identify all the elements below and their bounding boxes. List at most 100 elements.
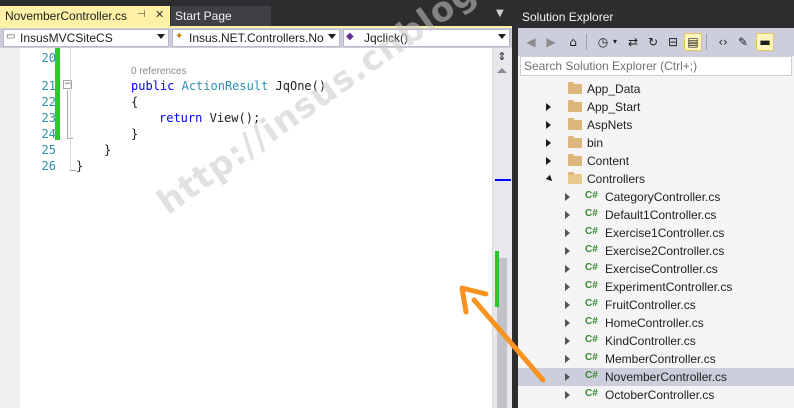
toolbar-separator	[706, 34, 707, 50]
code-lens-references[interactable]: 0 references	[131, 66, 187, 77]
code-editor[interactable]: 20 21 22 23 24 25 26 − 0 references publ…	[0, 48, 512, 408]
folder-icon	[568, 82, 582, 94]
sync-icon[interactable]: ⇄	[624, 33, 642, 51]
tree-item-file[interactable]: C# Exercise2Controller.cs	[518, 242, 794, 260]
line-number: 21	[41, 79, 56, 93]
expand-arrow-icon[interactable]	[565, 301, 570, 309]
expand-arrow-icon[interactable]	[546, 139, 551, 147]
member-dropdown-value: Jqclick()	[364, 31, 408, 45]
expand-arrow-icon[interactable]	[565, 229, 570, 237]
expand-arrow-icon[interactable]	[565, 319, 570, 327]
tree-item-controllers[interactable]: Controllers	[518, 170, 794, 188]
preview-icon[interactable]: ▬	[756, 33, 774, 51]
csharp-file-icon: C#	[585, 352, 598, 363]
csharp-file-icon: C#	[585, 388, 598, 399]
csharp-file-icon: C#	[585, 208, 598, 219]
csharp-file-icon: C#	[585, 280, 598, 291]
csharp-file-icon: C#	[585, 316, 598, 327]
member-dropdown[interactable]: ◆ Jqclick()	[343, 29, 510, 47]
expand-arrow-icon[interactable]	[565, 355, 570, 363]
solution-explorer-toolbar: ◀ ▶ ⌂ ◷ ▾ ⇄ ↻ ⊟ ▤ ‹› ✎ ▬	[518, 28, 794, 56]
tree-item-file[interactable]: C# MemberController.cs	[518, 350, 794, 368]
outline-guide-outer	[70, 48, 71, 170]
expand-arrow-icon[interactable]	[546, 103, 551, 111]
tree-item-app-data[interactable]: App_Data	[518, 80, 794, 98]
expand-arrow-icon[interactable]	[565, 247, 570, 255]
tab-overflow-dropdown-icon[interactable]: ▼	[496, 8, 504, 19]
expand-arrow-icon[interactable]	[546, 157, 551, 165]
expand-arrow-icon[interactable]	[565, 193, 570, 201]
code-line-26: }	[76, 159, 84, 173]
tree-item-file-selected[interactable]: C# NovemberController.cs	[518, 368, 794, 386]
vertical-scrollbar[interactable]: ⇕	[492, 48, 512, 408]
editor-tabstrip: NovemberController.cs ⊣ ✕ Start Page ▼	[0, 6, 512, 26]
chevron-down-icon	[498, 34, 506, 39]
line-number: 25	[41, 143, 56, 157]
chevron-down-icon[interactable]: ▾	[610, 33, 620, 51]
solution-explorer-title: Solution Explorer	[518, 6, 794, 28]
tree-item-bin[interactable]: bin	[518, 134, 794, 152]
tree-item-file[interactable]: C# HomeController.cs	[518, 314, 794, 332]
tree-item-label: HomeController.cs	[605, 316, 704, 330]
chevron-down-icon	[328, 34, 336, 39]
tree-item-file[interactable]: C# ExerciseController.cs	[518, 260, 794, 278]
project-dropdown-value: InsusMVCSiteCS	[20, 31, 113, 45]
code-line-25: }	[104, 143, 112, 157]
tree-item-file[interactable]: C# OctoberController.cs	[518, 386, 794, 404]
properties-icon[interactable]: ✎	[734, 33, 752, 51]
tree-item-label: FruitController.cs	[605, 298, 696, 312]
refresh-icon[interactable]: ↻	[644, 33, 662, 51]
tab-novembercontroller[interactable]: NovemberController.cs ⊣ ✕	[0, 6, 170, 26]
show-all-files-icon[interactable]: ▤	[684, 33, 702, 51]
csharp-file-icon: C#	[585, 190, 598, 201]
tree-item-file[interactable]: C# KindController.cs	[518, 332, 794, 350]
change-tracking-bar	[55, 48, 60, 140]
expand-arrow-icon[interactable]	[565, 391, 570, 399]
tree-item-label: Exercise2Controller.cs	[605, 244, 725, 258]
view-code-icon[interactable]: ‹›	[714, 33, 732, 51]
tab-start-page[interactable]: Start Page	[171, 6, 271, 26]
expand-arrow-icon[interactable]	[565, 373, 570, 381]
collapse-arrow-icon[interactable]	[545, 174, 555, 184]
tree-item-content[interactable]: Content	[518, 152, 794, 170]
expand-arrow-icon[interactable]	[565, 337, 570, 345]
split-window-icon[interactable]: ⇕	[495, 50, 509, 64]
code-line-22: {	[131, 95, 139, 109]
tree-item-label: ExperimentController.cs	[605, 280, 733, 294]
line-number: 22	[41, 95, 56, 109]
tree-item-app-start[interactable]: App_Start	[518, 98, 794, 116]
toolbar-separator	[586, 34, 587, 50]
expand-arrow-icon[interactable]	[565, 265, 570, 273]
collapse-all-icon[interactable]: ⊟	[664, 33, 682, 51]
tree-item-file[interactable]: C# Default1Controller.cs	[518, 206, 794, 224]
tree-item-file[interactable]: C# ExperimentController.cs	[518, 278, 794, 296]
csharp-file-icon: C#	[585, 370, 598, 381]
project-icon: ▭	[6, 31, 16, 42]
project-dropdown[interactable]: ▭ InsusMVCSiteCS	[3, 29, 169, 47]
solution-search-input[interactable]: Search Solution Explorer (Ctrl+;)	[520, 56, 792, 76]
tree-item-label: Content	[587, 154, 630, 168]
pin-icon[interactable]: ⊣	[137, 9, 146, 20]
solution-explorer: Solution Explorer ◀ ▶ ⌂ ◷ ▾ ⇄ ↻ ⊟ ▤ ‹› ✎…	[518, 6, 794, 408]
tree-item-aspnets[interactable]: AspNets	[518, 116, 794, 134]
folder-icon	[568, 136, 582, 148]
line-number: 24	[41, 127, 56, 141]
back-icon[interactable]: ◀	[522, 33, 540, 51]
home-icon[interactable]: ⌂	[564, 33, 582, 51]
csharp-file-icon: C#	[585, 334, 598, 345]
forward-icon[interactable]: ▶	[542, 33, 560, 51]
close-icon[interactable]: ✕	[155, 8, 164, 21]
class-dropdown-value: Insus.NET.Controllers.No	[189, 31, 324, 45]
expand-arrow-icon[interactable]	[565, 283, 570, 291]
tree-item-file[interactable]: C# FruitController.cs	[518, 296, 794, 314]
scroll-up-icon[interactable]	[497, 68, 507, 73]
folder-icon	[568, 118, 582, 130]
tab-label: Start Page	[175, 9, 232, 23]
tree-item-file[interactable]: C# Exercise1Controller.cs	[518, 224, 794, 242]
indicator-margin	[0, 48, 20, 408]
expand-arrow-icon[interactable]	[546, 121, 551, 129]
expand-arrow-icon[interactable]	[565, 211, 570, 219]
csharp-file-icon: C#	[585, 262, 598, 273]
class-dropdown[interactable]: ✦ Insus.NET.Controllers.No	[172, 29, 340, 47]
tree-item-file[interactable]: C# CategoryController.cs	[518, 188, 794, 206]
